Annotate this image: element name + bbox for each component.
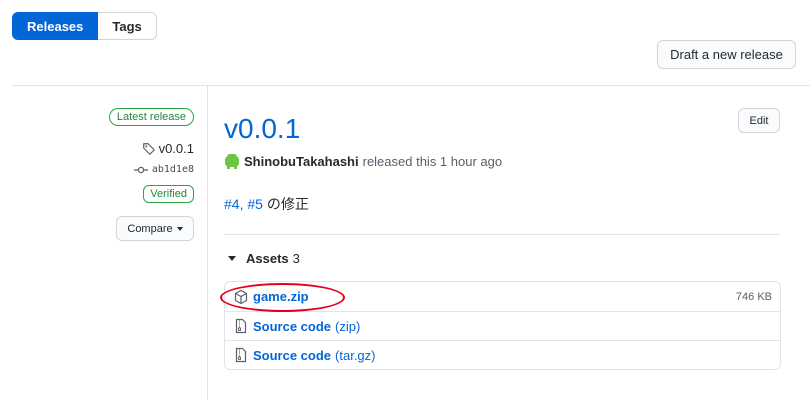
tag-link[interactable]: v0.0.1 [142,141,194,156]
package-icon [234,289,248,304]
assets-list: game.zip 746 KB Source code (zip) Source… [224,281,781,370]
author-link[interactable]: ShinobuTakahashi [244,154,359,169]
edit-button[interactable]: Edit [738,108,780,133]
release-sidebar: Latest release v0.0.1 ab1d1e8 Verified C… [12,86,208,400]
git-commit-icon [133,166,148,173]
release-notes: #4 , #5 の修正 [224,194,309,214]
notes-text: の修正 [262,196,309,212]
asset-link[interactable]: Source code [253,348,331,363]
file-zip-icon [235,318,247,334]
compare-button[interactable]: Compare [116,216,194,241]
list-item: game.zip 746 KB [225,282,780,311]
tag-icon [142,142,155,155]
asset-link[interactable]: game.zip [253,289,309,304]
avatar[interactable] [224,153,240,169]
triangle-down-icon [228,256,236,261]
assets-title: Assets [246,251,289,266]
tag-label: v0.0.1 [158,141,194,156]
assets-count: 3 [292,251,300,266]
release-time: released this 1 hour ago [362,153,503,169]
release-title[interactable]: v0.0.1 [224,113,300,145]
tab-releases[interactable]: Releases [12,12,99,40]
latest-release-badge: Latest release [108,108,194,126]
issue-link[interactable]: #4 [224,196,240,212]
commit-link[interactable]: ab1d1e8 [133,164,194,175]
assets-toggle[interactable]: Assets 3 [224,251,300,266]
issue-separator: , [239,196,248,212]
divider [224,234,780,235]
list-item: Source code (tar.gz) [225,340,780,369]
issue-link[interactable]: #5 [247,196,263,212]
release-tabs: Releases Tags [12,12,157,40]
asset-format[interactable]: (tar.gz) [335,348,375,363]
file-zip-icon [235,347,247,363]
asset-format[interactable]: (zip) [335,319,360,334]
commit-sha: ab1d1e8 [151,164,194,175]
list-item: Source code (zip) [225,311,780,340]
draft-new-release-button[interactable]: Draft a new release [657,40,796,69]
release-byline: ShinobuTakahashi released this 1 hour ag… [224,153,502,169]
verified-badge[interactable]: Verified [143,185,194,203]
asset-size: 746 KB [735,290,772,303]
compare-label: Compare [127,222,173,235]
tab-tags[interactable]: Tags [98,12,157,40]
asset-link[interactable]: Source code [253,319,331,334]
chevron-down-icon [176,226,183,231]
